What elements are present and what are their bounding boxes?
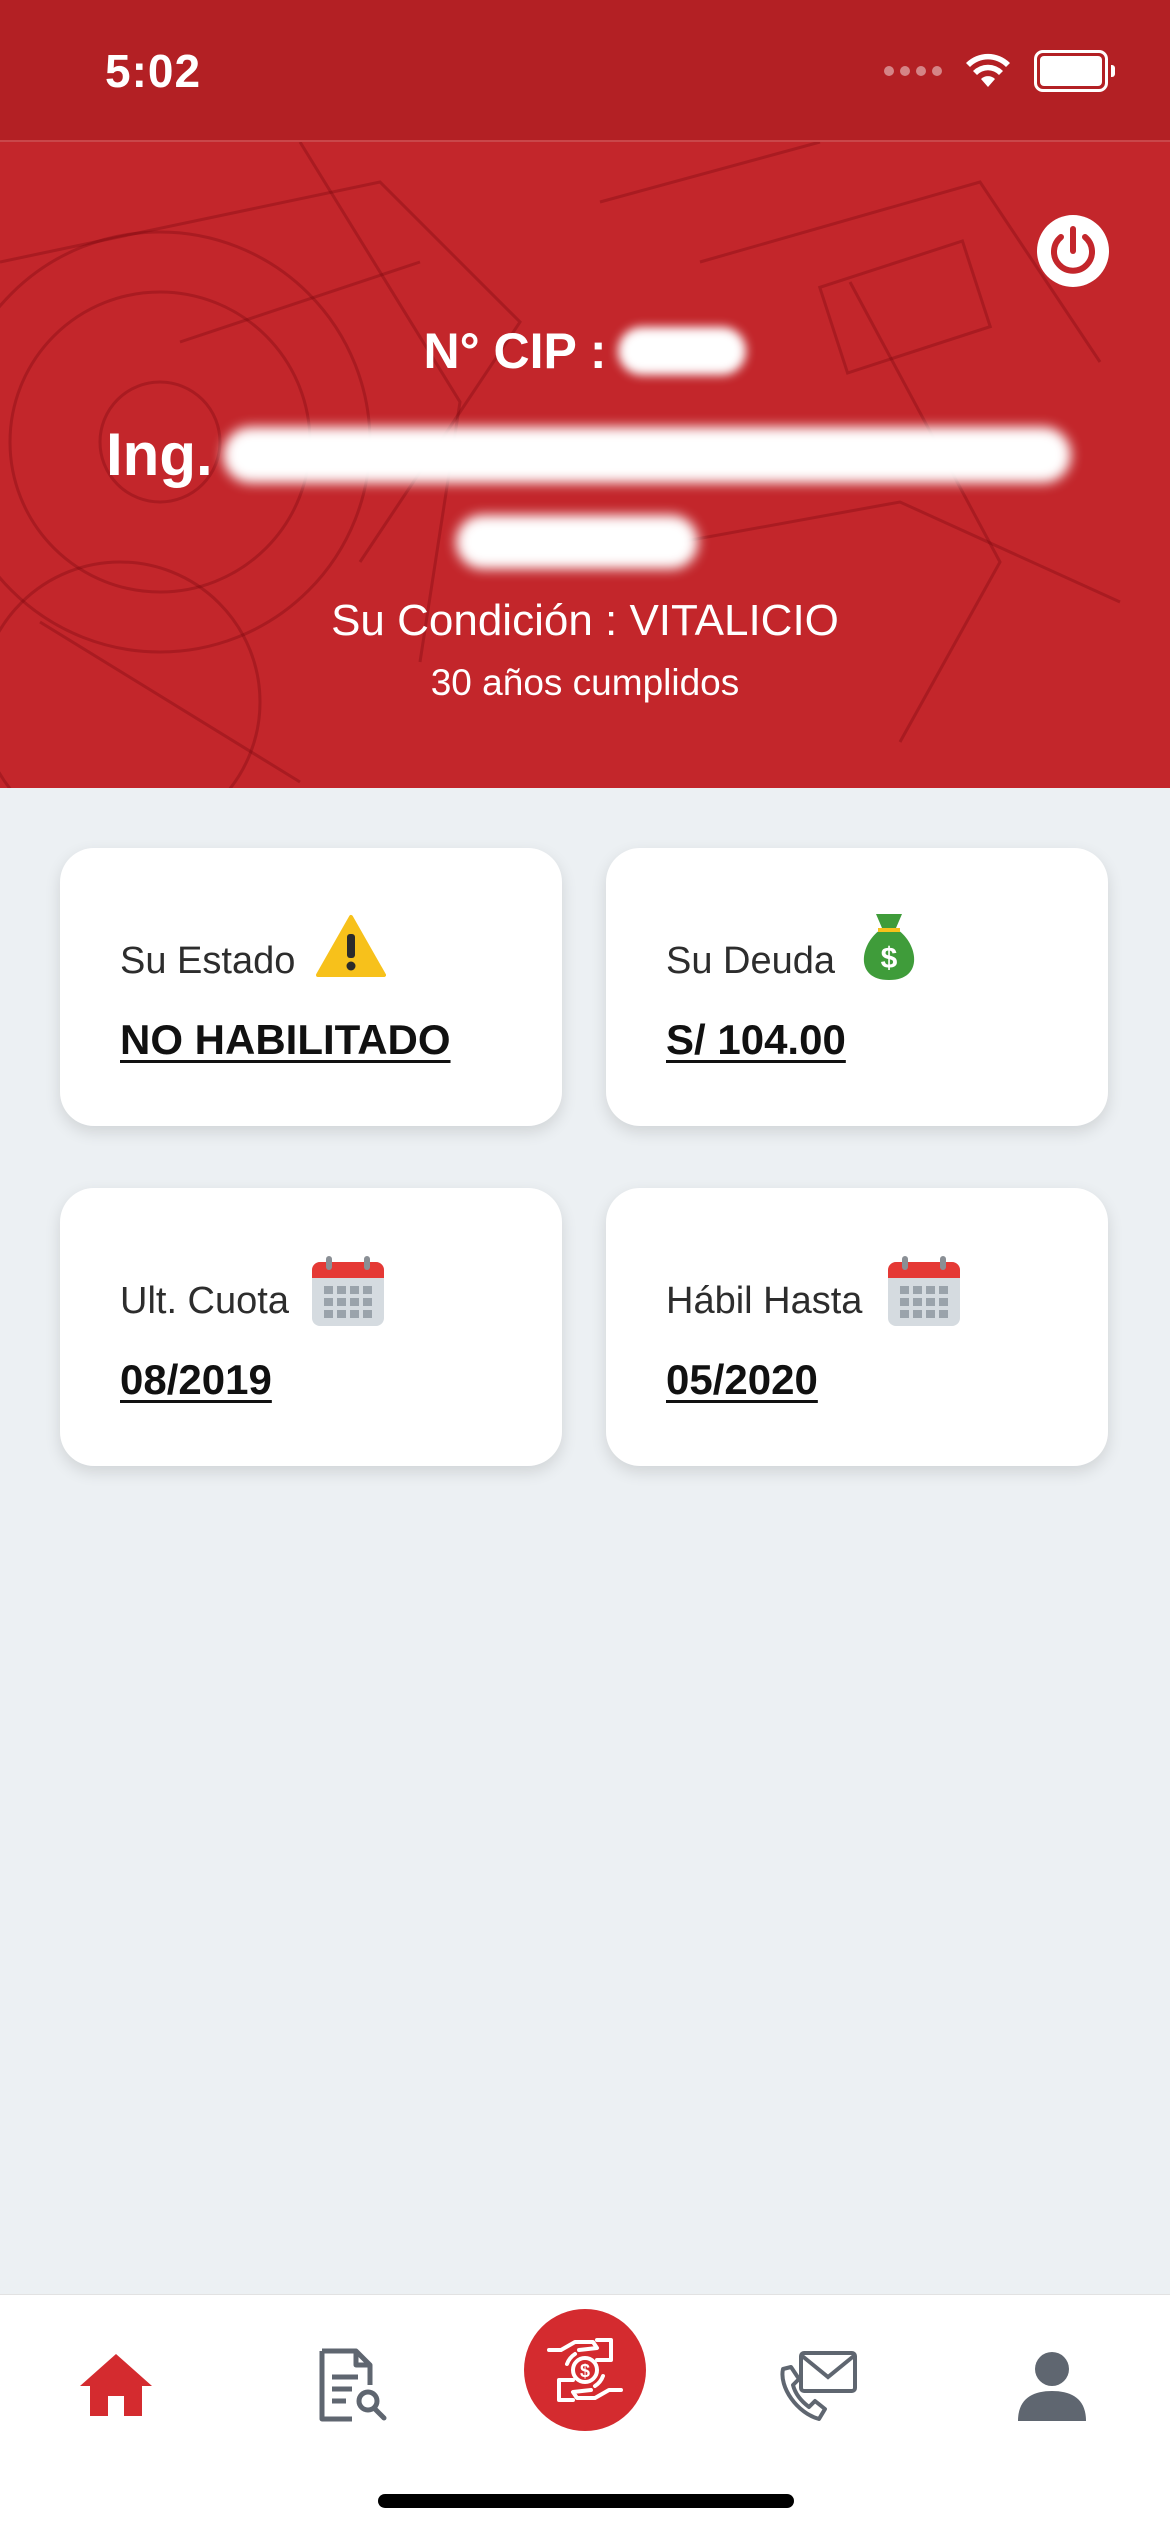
tab-payments[interactable]: $ — [524, 2309, 646, 2431]
warning-icon — [316, 915, 386, 977]
status-time: 5:02 — [105, 45, 202, 97]
valid-until-card[interactable]: Hábil Hasta 05/2020 — [606, 1188, 1108, 1466]
power-icon — [1037, 215, 1109, 287]
tab-home[interactable] — [56, 2325, 176, 2445]
last-payment-card-label: Ult. Cuota — [120, 1280, 289, 1322]
tab-contact[interactable] — [758, 2325, 878, 2445]
debt-card-value[interactable]: S/ 104.00 — [666, 1016, 846, 1064]
valid-until-card-label: Hábil Hasta — [666, 1280, 863, 1322]
last-payment-card-value[interactable]: 08/2019 — [120, 1356, 272, 1404]
name-prefix: Ing. — [106, 421, 213, 488]
profile-header: N° CIP : Ing. Su Condición : VITALICIO 3… — [0, 142, 1170, 788]
tab-profile[interactable] — [992, 2325, 1112, 2445]
money-bag-icon: $ — [863, 914, 915, 980]
home-icon — [80, 2354, 152, 2416]
valid-until-card-value[interactable]: 05/2020 — [666, 1356, 818, 1404]
battery-icon — [1034, 50, 1115, 92]
profile-icon — [1018, 2352, 1086, 2421]
debt-card[interactable]: Su Deuda $ S/ 104.00 — [606, 848, 1108, 1126]
home-indicator — [378, 2494, 794, 2508]
document-search-icon — [319, 2348, 387, 2422]
status-card-label: Su Estado — [120, 940, 296, 982]
status-card[interactable]: Su Estado NO HABILITADO — [60, 848, 562, 1126]
status-bar: 5:02 — [0, 0, 1170, 142]
engineer-name-row: Ing. — [106, 420, 1071, 489]
cip-value-redacted — [618, 327, 747, 375]
condition-text: Su Condición : VITALICIO — [331, 596, 839, 645]
calendar-icon — [312, 1256, 384, 1326]
payment-icon: $ — [547, 2338, 623, 2402]
power-button[interactable] — [1034, 212, 1112, 290]
wifi-icon — [966, 53, 1010, 87]
cellular-signal-icon — [884, 66, 942, 76]
status-card-value[interactable]: NO HABILITADO — [120, 1016, 451, 1064]
years-text: 30 años cumplidos — [430, 662, 740, 703]
calendar-icon — [888, 1256, 960, 1326]
status-indicators — [884, 50, 1115, 92]
svg-text:$: $ — [881, 942, 898, 975]
cip-row: N° CIP : — [0, 322, 1170, 380]
name-redacted-second-line — [456, 515, 698, 569]
svg-text:$: $ — [580, 2361, 590, 2381]
debt-card-label: Su Deuda — [666, 940, 836, 982]
name-redacted — [222, 426, 1071, 483]
last-payment-card[interactable]: Ult. Cuota 08/2019 — [60, 1188, 562, 1466]
contact-icon — [780, 2351, 857, 2421]
cip-label: N° CIP : — [423, 323, 607, 379]
tab-documents[interactable] — [292, 2325, 412, 2445]
